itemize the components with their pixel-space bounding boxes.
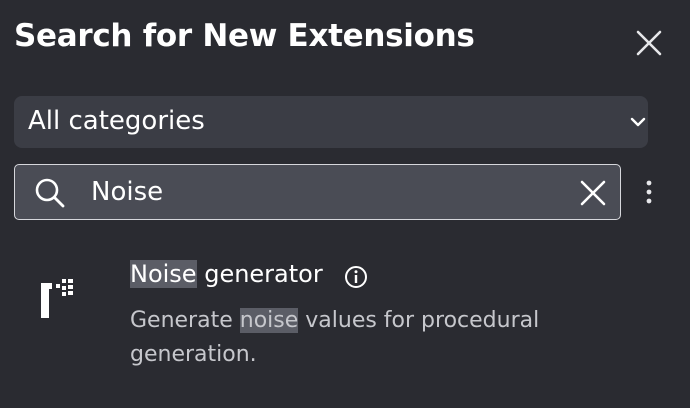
dialog-title: Search for New Extensions xyxy=(14,18,475,54)
more-vertical-icon[interactable] xyxy=(636,176,662,210)
category-select[interactable]: All categories xyxy=(14,96,648,148)
search-icon xyxy=(35,178,65,208)
chevron-down-icon xyxy=(630,117,646,127)
category-select-value: All categories xyxy=(28,106,205,136)
extension-result-item[interactable]: Noise generator Generate noise values fo… xyxy=(0,246,690,386)
extension-desc-before: Generate xyxy=(130,308,240,333)
search-box xyxy=(14,164,621,220)
extension-description: Generate noise values for procedural gen… xyxy=(130,304,600,372)
clear-icon[interactable] xyxy=(576,176,610,210)
extension-name-rest: generator xyxy=(196,260,323,288)
close-button[interactable] xyxy=(630,24,668,62)
info-icon[interactable] xyxy=(344,265,368,289)
search-extensions-dialog: Search for New Extensions All categories xyxy=(0,0,690,408)
extension-name-match: Noise xyxy=(130,260,197,288)
extension-name: Noise generator xyxy=(130,260,323,288)
search-input[interactable] xyxy=(91,173,551,211)
close-icon xyxy=(636,30,662,56)
noise-generator-icon xyxy=(41,279,73,318)
extension-desc-match: noise xyxy=(239,308,299,333)
